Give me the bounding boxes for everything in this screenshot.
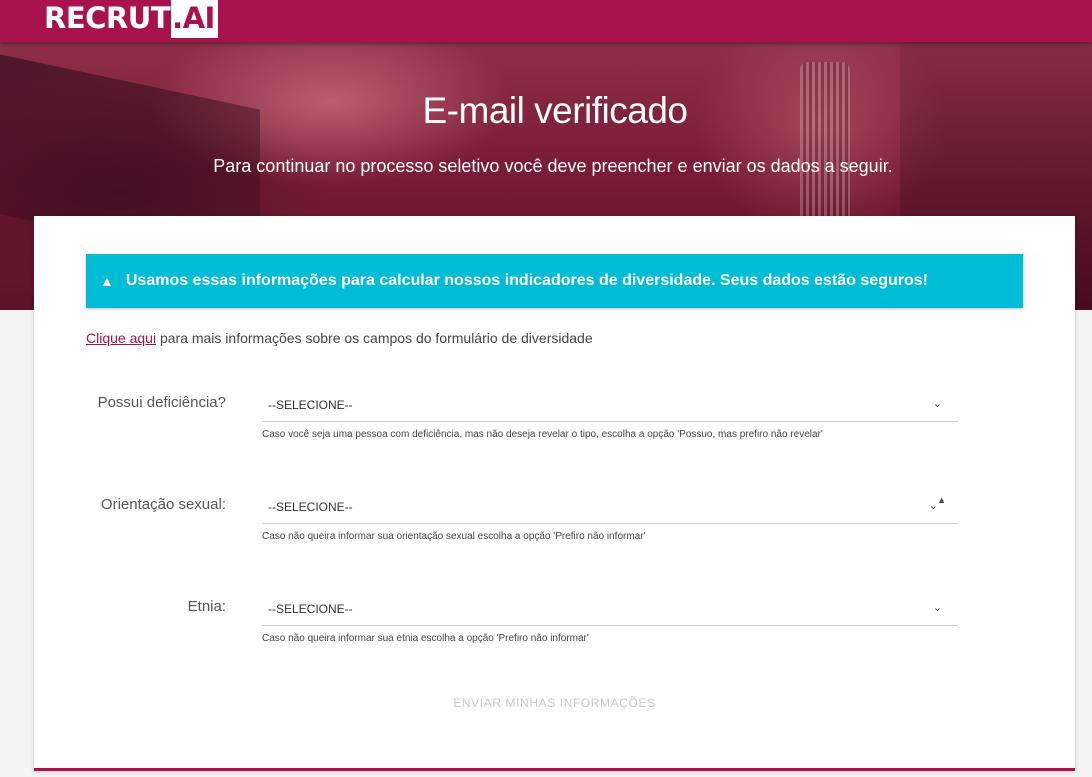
page-title: E-mail verificado [422,90,688,131]
deficiency-select-value: --SELECIONE-- [268,397,353,412]
top-bar: RECRUT .AI [0,0,1092,42]
sexual-orientation-select[interactable]: --SELECIONE-- ⌄ ▲ [262,490,958,524]
chevron-up-icon: ▲ [937,495,946,505]
info-text: para mais informações sobre os campos do… [159,330,593,346]
warning-icon: ▲ [100,273,114,289]
deficiency-select[interactable]: --SELECIONE-- ⌄ [262,388,958,422]
alert-text: Usamos essas informações para calcular n… [125,272,928,289]
chevron-down-icon: ⌄ [932,602,942,614]
logo-box-text: .AI [171,0,218,38]
page-subtitle: Para continuar no processo seletivo você… [213,156,893,176]
ethnicity-label: Etnia: [187,598,226,615]
click-here-link[interactable]: Clique aqui [86,330,156,346]
deficiency-hint: Caso você seja uma pessoa com deficiênci… [262,429,823,440]
sexual-orientation-label: Orientação sexual: [100,496,226,513]
form-card: ▲ Usamos essas informações para calcular… [34,216,1075,771]
recrut-ai-logo[interactable]: RECRUT .AI [44,0,218,38]
ethnicity-select[interactable]: --SELECIONE-- ⌄ [262,592,958,626]
info-line: Clique aqui para mais informações sobre … [86,330,593,346]
logo-text: RECRUT [44,1,171,35]
chevron-down-icon: ⌄ [932,398,942,410]
submit-button[interactable]: ENVIAR MINHAS INFORMAÇÕES [34,696,1075,710]
sexual-orientation-hint: Caso não queira informar sua orientação … [262,531,646,542]
deficiency-label: Possui deficiência? [97,394,226,411]
diversity-alert: ▲ Usamos essas informações para calcular… [86,254,1023,308]
ethnicity-hint: Caso não queira informar sua etnia escol… [262,633,589,644]
ethnicity-select-value: --SELECIONE-- [268,601,353,616]
sexual-orientation-select-value: --SELECIONE-- [268,499,353,514]
